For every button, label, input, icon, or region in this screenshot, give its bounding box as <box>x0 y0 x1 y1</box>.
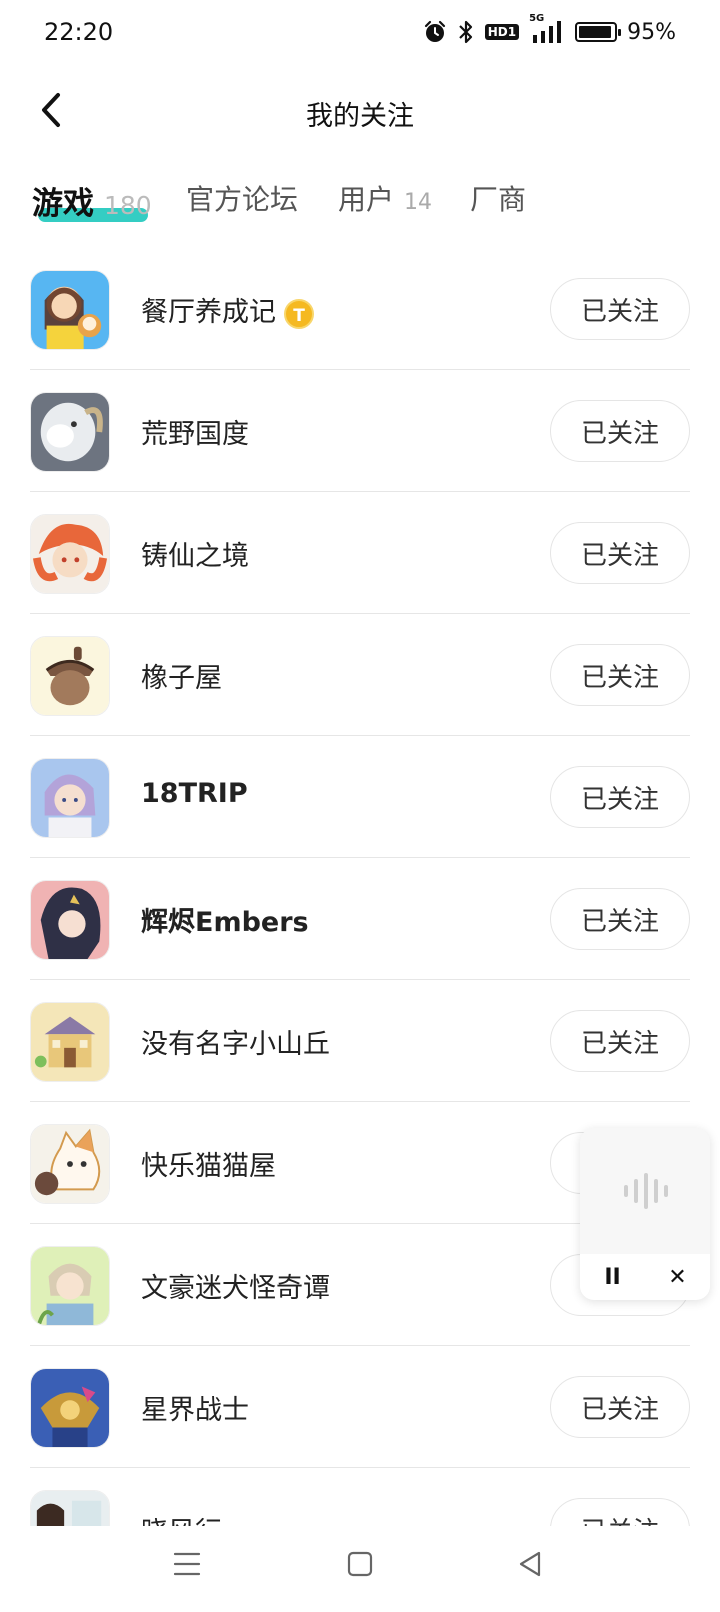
game-icon <box>30 1124 110 1204</box>
coin-badge-icon: T <box>284 298 314 329</box>
hd-badge: HD1 <box>484 24 520 40</box>
page-title: 我的关注 <box>306 101 414 132</box>
tab-label: 用户 <box>338 183 395 216</box>
voice-wave-icon <box>624 1173 668 1209</box>
game-name: 餐厅养成记 T <box>141 290 314 329</box>
tab-official-forum[interactable]: 官方论坛 <box>186 178 298 222</box>
pause-button[interactable]: II <box>591 1257 635 1297</box>
game-name: 铸仙之境 <box>141 541 249 572</box>
list-item[interactable]: 辉烬Embers 已关注 <box>0 858 720 980</box>
nav-back-button[interactable] <box>505 1544 555 1584</box>
status-time: 22:20 <box>44 18 114 46</box>
game-icon <box>30 636 110 716</box>
list-item[interactable]: 餐厅养成记 T 已关注 <box>0 248 720 370</box>
tab-vendors[interactable]: 厂商 <box>470 178 526 222</box>
battery-fill <box>579 26 612 38</box>
menu-icon <box>173 1552 201 1576</box>
game-name: 荒野国度 <box>141 419 249 450</box>
home-button[interactable] <box>335 1544 385 1584</box>
tab-users[interactable]: 用户 14 <box>338 178 432 222</box>
list-item[interactable]: 18TRIP 已关注 <box>0 736 720 858</box>
list-item[interactable]: 晓风行 已关注 <box>0 1468 720 1526</box>
tab-label: 厂商 <box>470 183 527 216</box>
game-name: 辉烬Embers <box>141 907 309 938</box>
list-item[interactable]: 橡子屋 已关注 <box>0 614 720 736</box>
game-name: 文豪迷犬怪奇谭 <box>141 1273 330 1304</box>
game-name: 没有名字小山丘 <box>141 1029 330 1060</box>
game-icon <box>30 514 110 594</box>
followed-button[interactable]: 已关注 <box>550 888 690 950</box>
tab-count: 14 <box>404 190 433 215</box>
network-type: 5G <box>529 13 545 24</box>
followed-button[interactable]: 已关注 <box>550 1498 690 1526</box>
close-button[interactable]: ✕ <box>656 1257 700 1297</box>
followed-button[interactable]: 已关注 <box>550 522 690 584</box>
signal-icon: 5G <box>529 13 565 45</box>
status-bar: 22:20 HD1 5G 95% <box>0 0 720 64</box>
bluetooth-icon <box>457 19 475 45</box>
game-name: 18TRIP <box>141 778 248 809</box>
game-name: 星界战士 <box>141 1395 249 1426</box>
followed-button[interactable]: 已关注 <box>550 1010 690 1072</box>
tab-count: 180 <box>104 191 152 220</box>
list-item[interactable]: 没有名字小山丘 已关注 <box>0 980 720 1102</box>
game-icon <box>30 758 110 838</box>
game-name: 橡子屋 <box>141 663 222 694</box>
followed-button[interactable]: 已关注 <box>550 1376 690 1438</box>
menu-button[interactable] <box>162 1544 212 1584</box>
game-icon <box>30 392 110 472</box>
voice-floating-widget[interactable]: II ✕ <box>580 1128 710 1300</box>
followed-button[interactable]: 已关注 <box>550 400 690 462</box>
followed-button[interactable]: 已关注 <box>550 766 690 828</box>
followed-button[interactable]: 已关注 <box>550 278 690 340</box>
list-item[interactable]: 荒野国度 已关注 <box>0 370 720 492</box>
home-icon <box>347 1551 373 1577</box>
header: 我的关注 <box>0 64 720 160</box>
game-icon <box>30 1490 110 1526</box>
game-icon <box>30 270 110 350</box>
game-name: 快乐猫猫屋 <box>141 1151 276 1182</box>
game-icon <box>30 1246 110 1326</box>
voice-controls: II ✕ <box>580 1254 710 1300</box>
system-nav-bar <box>0 1526 720 1612</box>
list-item[interactable]: 星界战士 已关注 <box>0 1346 720 1468</box>
tab-label: 游戏 <box>32 186 94 222</box>
tab-games[interactable]: 游戏 180 <box>32 178 152 222</box>
triangle-back-icon <box>519 1551 541 1577</box>
list-item[interactable]: 铸仙之境 已关注 <box>0 492 720 614</box>
game-name: 晓风行 <box>141 1510 222 1526</box>
battery-icon <box>575 22 622 42</box>
game-name-text: 餐厅养成记 <box>141 297 276 328</box>
battery-percent: 95% <box>627 19 676 45</box>
followed-button[interactable]: 已关注 <box>550 644 690 706</box>
followed-games-list: 餐厅养成记 T 已关注 荒野国度 已关注 铸仙之境 已关注 橡子屋 已关注 18T… <box>0 248 720 1526</box>
voice-wave-area <box>580 1128 710 1254</box>
game-icon <box>30 880 110 960</box>
game-icon <box>30 1002 110 1082</box>
status-icons: HD1 5G 95% <box>423 13 676 48</box>
tab-bar: 游戏 180 官方论坛 用户 14 厂商 <box>0 170 720 230</box>
tab-label: 官方论坛 <box>186 183 299 216</box>
game-icon <box>30 1368 110 1448</box>
alarm-icon <box>423 20 447 44</box>
